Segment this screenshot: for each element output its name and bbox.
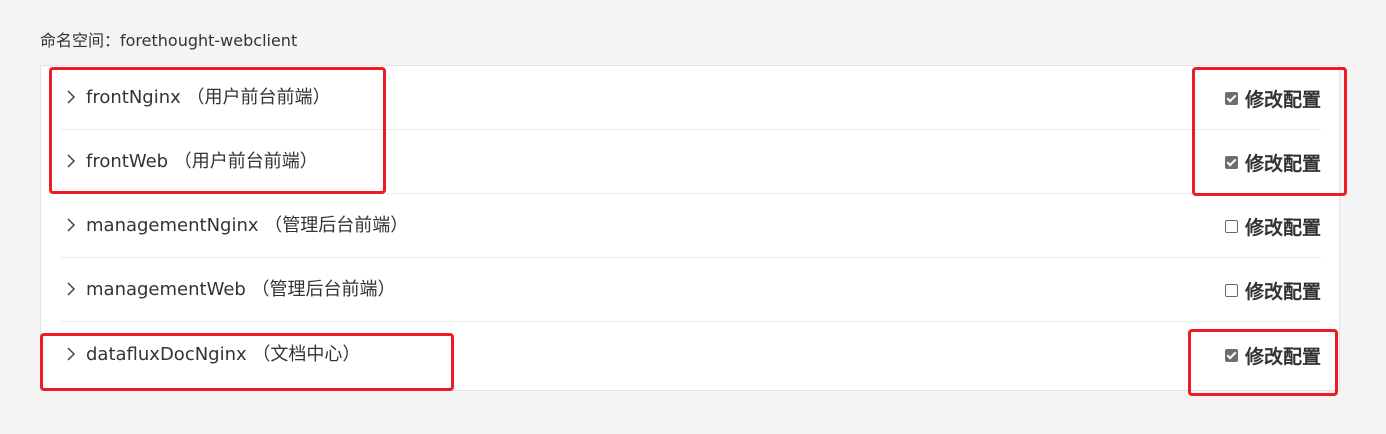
modify-config-checkbox[interactable]: 修改配置 <box>1224 194 1321 258</box>
service-name: frontNginx （用户前台前端） <box>86 87 331 108</box>
namespace-label: 命名空间：forethought-webclient <box>40 31 298 50</box>
modify-config-checkbox[interactable]: 修改配置 <box>1224 130 1321 194</box>
service-name: managementNginx （管理后台前端） <box>86 215 409 236</box>
checkbox-label: 修改配置 <box>1244 88 1321 111</box>
chevron-right-icon[interactable] <box>64 90 78 104</box>
checkbox-label: 修改配置 <box>1244 216 1321 239</box>
chevron-right-icon[interactable] <box>64 282 78 296</box>
checkbox-label: 修改配置 <box>1244 280 1321 303</box>
checkbox-box[interactable] <box>1224 155 1238 169</box>
checkbox-label: 修改配置 <box>1244 152 1321 175</box>
services-panel: frontNginx （用户前台前端） 修改配置 frontWeb （用户前台前… <box>40 65 1340 391</box>
chevron-right-icon[interactable] <box>64 218 78 232</box>
service-row-frontweb[interactable]: frontWeb （用户前台前端） 修改配置 <box>61 130 1321 194</box>
checkbox-box[interactable] <box>1224 283 1238 297</box>
chevron-right-icon[interactable] <box>64 347 78 361</box>
service-name: managementWeb （管理后台前端） <box>86 279 396 300</box>
checkbox-box[interactable] <box>1224 219 1238 233</box>
service-row-managementnginx[interactable]: managementNginx （管理后台前端） 修改配置 <box>61 194 1321 258</box>
checkbox-label: 修改配置 <box>1244 345 1321 368</box>
service-name: datafluxDocNginx （文档中心） <box>86 344 361 365</box>
service-name: frontWeb （用户前台前端） <box>86 151 318 172</box>
page: 命名空间：forethought-webclient frontNginx （用… <box>0 0 1386 434</box>
service-row-frontnginx[interactable]: frontNginx （用户前台前端） 修改配置 <box>61 66 1321 130</box>
chevron-right-icon[interactable] <box>64 154 78 168</box>
service-row-managementweb[interactable]: managementWeb （管理后台前端） 修改配置 <box>61 258 1321 322</box>
modify-config-checkbox[interactable]: 修改配置 <box>1224 66 1321 130</box>
checkbox-box[interactable] <box>1224 91 1238 105</box>
checkbox-box[interactable] <box>1224 348 1238 362</box>
service-row-datafluxdocnginx[interactable]: datafluxDocNginx （文档中心） 修改配置 <box>61 323 1321 387</box>
modify-config-checkbox[interactable]: 修改配置 <box>1224 323 1321 387</box>
modify-config-checkbox[interactable]: 修改配置 <box>1224 258 1321 322</box>
